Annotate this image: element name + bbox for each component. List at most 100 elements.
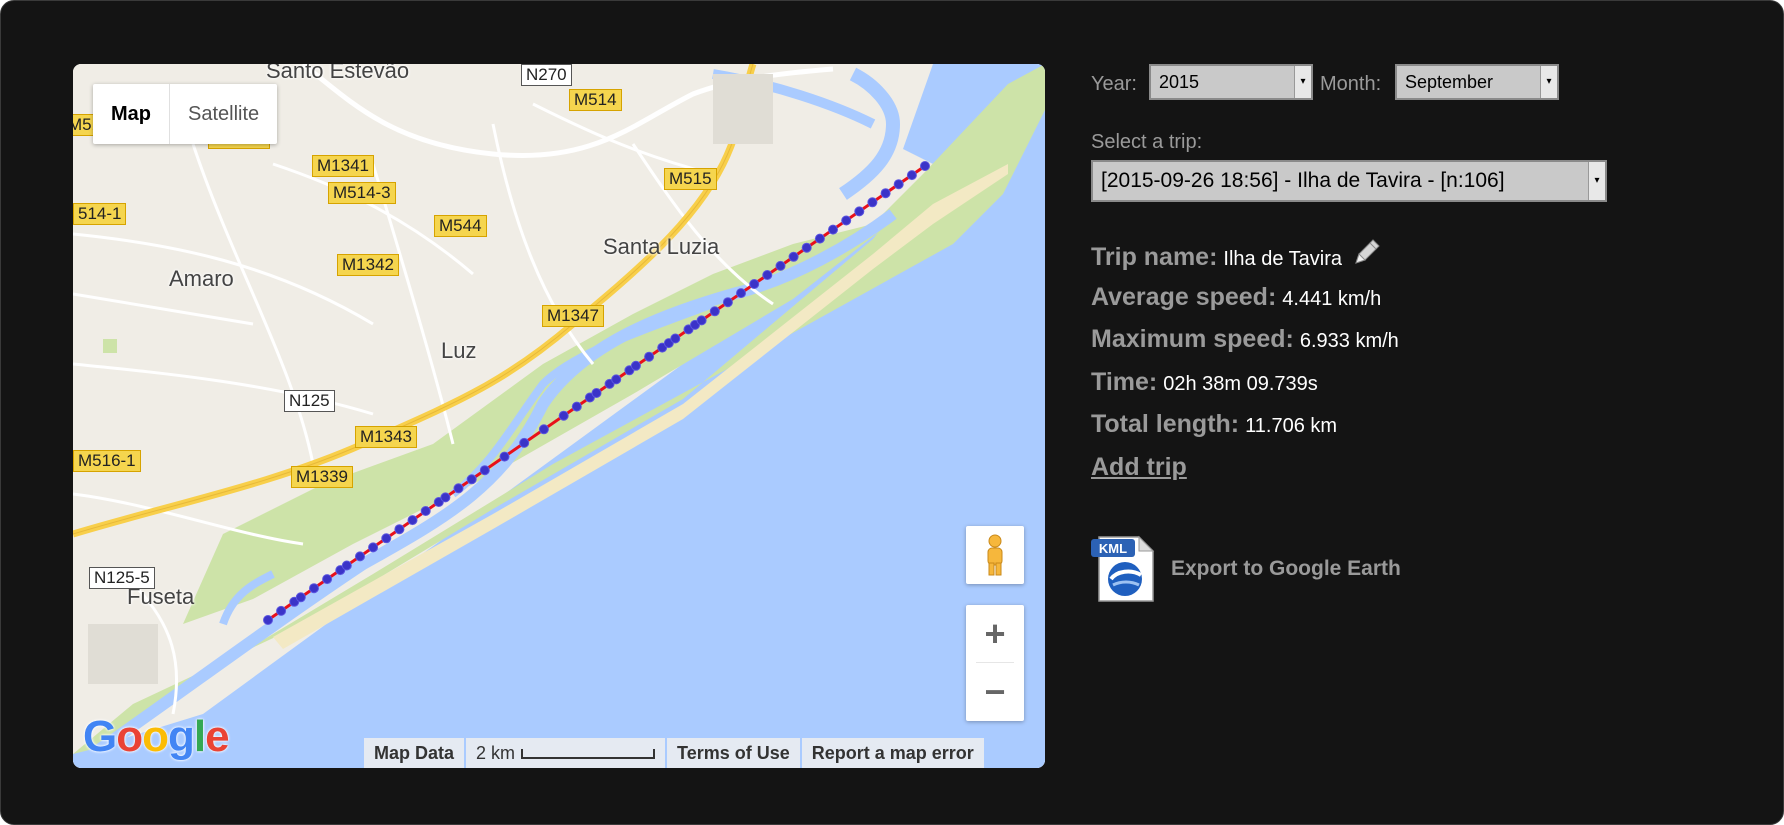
- track-point[interactable]: [381, 533, 392, 544]
- road-label: M1342: [337, 254, 399, 276]
- map-scale[interactable]: 2 km: [466, 738, 666, 768]
- track-point[interactable]: [854, 206, 865, 217]
- export-google-earth-label: Export to Google Earth: [1171, 557, 1401, 580]
- track-point[interactable]: [355, 551, 365, 562]
- track-point[interactable]: [801, 242, 812, 253]
- track-point[interactable]: [466, 474, 477, 485]
- map-data-link[interactable]: Map Data: [364, 738, 465, 768]
- track-point[interactable]: [775, 260, 786, 271]
- track-point[interactable]: [749, 279, 760, 289]
- road-label: M1341: [312, 155, 374, 177]
- maximum-speed-label: Maximum speed:: [1091, 325, 1294, 353]
- track-point[interactable]: [341, 560, 352, 571]
- map-type-control: Map Satellite: [93, 84, 278, 144]
- track-point[interactable]: [736, 288, 746, 299]
- track-point[interactable]: [880, 188, 891, 199]
- track-point[interactable]: [295, 592, 306, 603]
- track-point[interactable]: [519, 437, 530, 448]
- track-point[interactable]: [920, 161, 930, 171]
- trip-select[interactable]: [2015-09-26 18:56] - Ilha de Tavira - [n…: [1091, 160, 1607, 202]
- kml-badge-text: KML: [1099, 541, 1127, 556]
- time-label: Time:: [1091, 368, 1158, 396]
- place-label-santa-luzia: Santa Luzia: [603, 234, 720, 259]
- report-map-error-link[interactable]: Report a map error: [801, 738, 984, 768]
- track-point[interactable]: [499, 451, 510, 462]
- map-type-satellite-button[interactable]: Satellite: [170, 84, 277, 144]
- dropdown-arrow-icon: ▾: [1294, 66, 1311, 98]
- zoom-in-button[interactable]: +: [966, 605, 1024, 662]
- track-point[interactable]: [788, 251, 799, 262]
- total-length-value: 11.706 km: [1245, 415, 1338, 437]
- track-point[interactable]: [591, 388, 602, 398]
- total-length-label: Total length:: [1091, 410, 1240, 438]
- month-select-value: September: [1405, 72, 1494, 92]
- track-point[interactable]: [263, 615, 273, 625]
- road-label: N125: [284, 390, 335, 412]
- road-label: M544: [434, 215, 487, 237]
- road-label: N270: [521, 64, 572, 86]
- road-label: M1343: [355, 426, 417, 448]
- map-type-map-button[interactable]: Map: [93, 84, 170, 144]
- app-frame: Santo Estevão Santa Luzia Amaro Luz Fuse…: [0, 0, 1784, 825]
- track-point[interactable]: [696, 315, 707, 326]
- add-trip-link[interactable]: Add trip: [1091, 453, 1187, 481]
- trip-select-value: [2015-09-26 18:56] - Ilha de Tavira - [n…: [1101, 169, 1505, 192]
- select-trip-label: Select a trip:: [1091, 131, 1203, 153]
- track-point[interactable]: [322, 574, 333, 585]
- track-point[interactable]: [762, 270, 773, 280]
- month-select[interactable]: September ▾: [1395, 64, 1559, 100]
- dropdown-arrow-icon: ▾: [1588, 162, 1605, 200]
- export-google-earth-button[interactable]: KML Export to Google Earth: [1091, 533, 1431, 607]
- track-point[interactable]: [867, 197, 878, 208]
- track-point[interactable]: [611, 374, 622, 385]
- terms-of-use-link[interactable]: Terms of Use: [667, 738, 800, 768]
- trip-name-value: Ilha de Tavira: [1223, 248, 1343, 270]
- zoom-out-button[interactable]: −: [966, 663, 1024, 720]
- track-point[interactable]: [906, 170, 917, 181]
- track-point[interactable]: [893, 179, 904, 190]
- track-point[interactable]: [309, 583, 319, 594]
- edit-pencil-icon[interactable]: [1350, 237, 1382, 269]
- place-label-amaro: Amaro: [169, 266, 234, 291]
- road-label: M1339: [291, 466, 353, 488]
- track-point[interactable]: [630, 360, 641, 371]
- scale-bar: [521, 749, 656, 760]
- place-label-santo-estevao: Santo Estevão: [266, 64, 410, 83]
- year-select-value: 2015: [1159, 72, 1200, 92]
- track-point[interactable]: [538, 424, 549, 435]
- track-point[interactable]: [440, 492, 451, 503]
- map-attribution: Map Data 2 km Terms of Use Report a map …: [364, 738, 986, 768]
- track-point[interactable]: [841, 215, 852, 226]
- track-point[interactable]: [828, 224, 838, 235]
- kml-file-icon: KML: [1091, 535, 1155, 602]
- zoom-control: + −: [966, 605, 1024, 721]
- track-point[interactable]: [276, 605, 287, 616]
- track-point[interactable]: [814, 233, 825, 244]
- maximum-speed-value: 6.933 km/h: [1299, 330, 1399, 352]
- map-scale-label: 2 km: [476, 743, 516, 763]
- track-point[interactable]: [558, 410, 569, 421]
- track-point[interactable]: [722, 297, 733, 308]
- average-speed-value: 4.441 km/h: [1282, 288, 1382, 310]
- road-label: M514: [569, 89, 622, 111]
- map-view[interactable]: Santo Estevão Santa Luzia Amaro Luz Fuse…: [73, 64, 1045, 768]
- track-point[interactable]: [453, 483, 464, 494]
- track-point[interactable]: [394, 524, 405, 535]
- place-label-luz: Luz: [441, 338, 477, 363]
- map-canvas[interactable]: [73, 64, 1045, 768]
- time-value: 02h 38m 09.739s: [1163, 373, 1318, 395]
- road-label: M1347: [542, 305, 604, 327]
- track-point[interactable]: [644, 351, 655, 362]
- track-point[interactable]: [571, 401, 582, 412]
- dropdown-arrow-icon: ▾: [1540, 66, 1557, 98]
- track-point[interactable]: [709, 306, 720, 317]
- year-select[interactable]: 2015 ▾: [1149, 64, 1313, 100]
- track-point[interactable]: [407, 515, 418, 526]
- road-label: 514-1: [73, 203, 127, 225]
- track-point[interactable]: [479, 465, 490, 476]
- street-view-pegman-button[interactable]: [966, 526, 1024, 584]
- track-point[interactable]: [420, 506, 431, 516]
- track-point[interactable]: [670, 333, 681, 344]
- track-point[interactable]: [368, 542, 379, 553]
- road-label: M516-1: [73, 450, 141, 472]
